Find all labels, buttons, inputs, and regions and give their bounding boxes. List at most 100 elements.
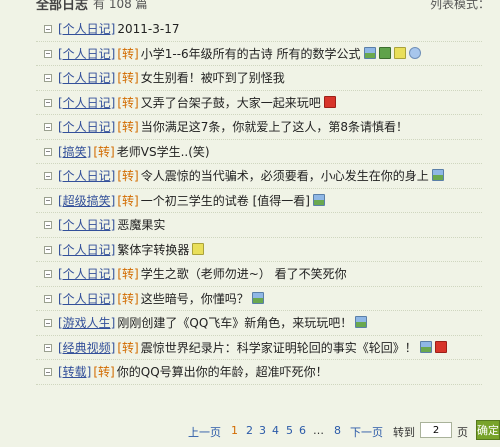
entry-category-link[interactable]: [个人日记] — [58, 218, 115, 232]
list-item: [转载] [转] 你的QQ号算出你的年龄，超准吓死你！ — [36, 360, 482, 385]
entry-title-link[interactable]: 一个初三学生的试卷 [值得一看] — [141, 194, 310, 208]
page-suffix: 页 — [457, 426, 468, 439]
picture-icon — [419, 340, 432, 353]
entry-category-link[interactable]: [个人日记] — [58, 47, 115, 61]
list-item: [个人日记] 2011-3-17 — [36, 17, 482, 42]
repost-tag: [转] — [117, 340, 139, 355]
entry-title-link[interactable]: 刚刚创建了《QQ飞车》新角色，来玩玩吧！ — [117, 316, 352, 330]
list-item: [经典视频] [转] 震惊世界纪录片：科学家证明轮回的事实《轮回》！ — [36, 336, 482, 360]
picture-icon — [363, 46, 376, 59]
list-bullet-icon — [44, 343, 52, 352]
entry-category-link[interactable]: [经典视频] — [58, 341, 115, 355]
entry-count: 有 108 篇 — [93, 0, 148, 11]
page-link-6[interactable]: 6 — [299, 424, 306, 437]
goto-confirm-button[interactable]: 确定 — [476, 420, 500, 440]
page-link-1[interactable]: 1 — [231, 424, 238, 437]
goto-label: 转到 — [393, 426, 415, 439]
page-link-3[interactable]: 3 — [259, 424, 266, 437]
list-item: [个人日记] [转] 令人震惊的当代骗术，必须要看，小心发生在你的身上 — [36, 164, 482, 189]
flash-icon — [434, 340, 447, 353]
flash-icon — [323, 95, 336, 108]
entry-category-link[interactable]: [游戏人生] — [58, 316, 115, 330]
list-bullet-icon — [44, 221, 52, 229]
note-icon — [192, 242, 205, 255]
repost-tag: [转] — [93, 365, 115, 379]
repost-tag: [转] — [117, 169, 139, 183]
entry-category-link[interactable]: [个人日记] — [58, 22, 115, 36]
entry-category-link[interactable]: [个人日记] — [58, 292, 115, 306]
entry-category-link[interactable]: [个人日记] — [58, 96, 115, 110]
repost-tag: [转] — [117, 46, 139, 61]
entry-title-link[interactable]: 老师VS学生..(笑) — [117, 145, 210, 159]
entry-title-link[interactable]: 女生别看！被吓到了别怪我 — [141, 71, 285, 85]
list-bullet-icon — [44, 270, 52, 278]
entry-category-link[interactable]: [个人日记] — [58, 120, 115, 134]
entry-title-link[interactable]: 当你满足这7条，你就爱上了这人，第8条请慎看！ — [141, 120, 408, 134]
repost-tag: [转] — [117, 193, 139, 208]
repost-tag: [转] — [117, 267, 139, 281]
list-bullet-icon — [44, 74, 52, 82]
entry-title-link[interactable]: 学生之歌（老师勿进~） 看了不笑死你 — [141, 267, 347, 281]
entry-title-link[interactable]: 你的QQ号算出你的年龄，超准吓死你！ — [117, 365, 328, 379]
list-item: [超级搞笑] [转] 一个初三学生的试卷 [值得一看] — [36, 189, 482, 213]
page-link-5[interactable]: 5 — [286, 424, 293, 437]
entry-category-link[interactable]: [转载] — [58, 365, 91, 379]
picture-icon — [251, 291, 264, 304]
page-link-2[interactable]: 2 — [246, 424, 253, 437]
entry-category-link[interactable]: [超级搞笑] — [58, 194, 115, 208]
list-bullet-icon — [44, 49, 52, 58]
blog-entry-list: [个人日记] 2011-3-17 [个人日记] [转] 小学1--6年级所有的古诗 所有… — [36, 17, 482, 385]
prev-page-link[interactable]: 上一页 — [188, 424, 221, 440]
repost-tag: [转] — [117, 71, 139, 85]
entry-title-link[interactable]: 2011-3-17 — [117, 22, 179, 36]
next-page-link[interactable]: 下一页 — [350, 424, 383, 440]
repost-tag: [转] — [117, 120, 139, 134]
list-bullet-icon — [44, 25, 52, 33]
list-bullet-icon — [44, 123, 52, 131]
list-item: [个人日记] [转] 又弄了台架子鼓，大家一起来玩吧 — [36, 91, 482, 115]
repost-tag: [转] — [117, 95, 139, 110]
pagination: 上一页 1 2 3 4 5 6 … 8 下一页 转到 页 确定 — [0, 420, 500, 440]
goto-page-input[interactable] — [420, 422, 452, 438]
list-item: [个人日记] [转] 女生别看！被吓到了别怪我 — [36, 66, 482, 91]
list-bullet-icon — [44, 368, 52, 376]
page-link-4[interactable]: 4 — [272, 424, 279, 437]
list-bullet-icon — [44, 172, 52, 180]
entry-category-link[interactable]: [搞笑] — [58, 145, 91, 159]
entry-category-link[interactable]: [个人日记] — [58, 169, 115, 183]
page-title: 全部日志 — [36, 0, 89, 12]
entry-title-link[interactable]: 繁体字转换器 — [117, 243, 189, 257]
list-bullet-icon — [44, 294, 52, 303]
entry-category-link[interactable]: [个人日记] — [58, 243, 115, 257]
list-item: [游戏人生] 刚刚创建了《QQ飞车》新角色，来玩玩吧！ — [36, 311, 482, 336]
list-item: [个人日记] [转] 这些暗号，你懂吗？ — [36, 287, 482, 311]
entry-category-link[interactable]: [个人日记] — [58, 267, 115, 281]
list-bullet-icon — [44, 245, 52, 254]
entry-title-link[interactable]: 恶魔果实 — [117, 218, 165, 232]
picture-icon — [355, 316, 368, 328]
entry-title-link[interactable]: 令人震惊的当代骗术，必须要看，小心发生在你的身上 — [141, 169, 429, 183]
list-mode-label: 列表模式： — [429, 0, 490, 11]
page-link-8[interactable]: 8 — [334, 424, 341, 437]
list-bullet-icon — [44, 147, 52, 156]
page-ellipsis: … — [313, 424, 324, 437]
picture-icon — [431, 169, 444, 181]
list-item: [个人日记] [转] 当你满足这7条，你就爱上了这人，第8条请慎看！ — [36, 115, 482, 140]
list-item: [搞笑] [转] 老师VS学生..(笑) — [36, 140, 482, 164]
entry-category-link[interactable]: [个人日记] — [58, 71, 115, 85]
list-bullet-icon — [44, 319, 52, 327]
entry-title-link[interactable]: 这些暗号，你懂吗？ — [141, 292, 249, 306]
repost-tag: [转] — [93, 144, 115, 159]
list-item: [个人日记] 繁体字转换器 — [36, 238, 482, 262]
entry-title-link[interactable]: 震惊世界纪录片：科学家证明轮回的事实《轮回》！ — [141, 341, 417, 355]
dollar-icon — [378, 46, 391, 59]
entry-title-link[interactable]: 小学1--6年级所有的古诗 所有的数学公式 — [141, 47, 361, 61]
picture-icon — [312, 193, 325, 206]
list-bullet-icon — [44, 98, 52, 107]
entry-title-link[interactable]: 又弄了台架子鼓，大家一起来玩吧 — [141, 96, 321, 110]
list-bullet-icon — [44, 196, 52, 205]
list-item: [个人日记] [转] 小学1--6年级所有的古诗 所有的数学公式 — [36, 42, 482, 66]
note-icon — [393, 46, 406, 59]
sound-icon — [408, 46, 421, 59]
repost-tag: [转] — [117, 291, 139, 306]
